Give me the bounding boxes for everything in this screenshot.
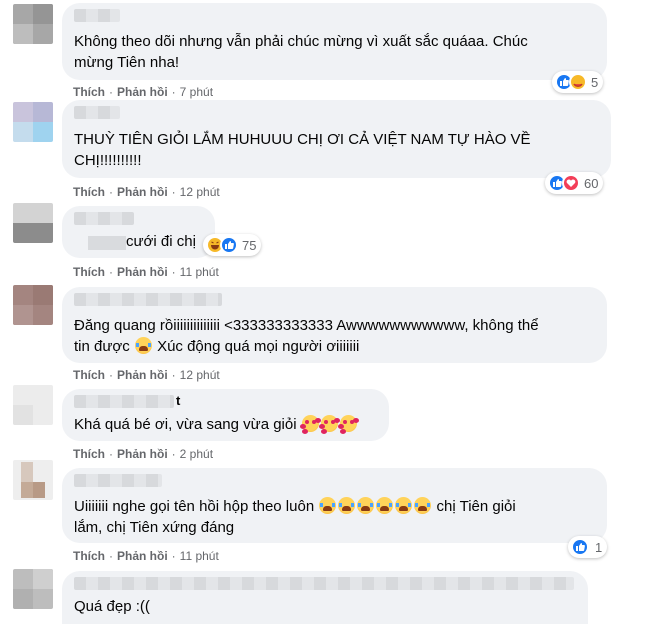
reply-link[interactable]: Phản hồi (117, 447, 168, 461)
avatar[interactable] (13, 102, 53, 142)
comment-text: tin được Xúc động quá mọi người ơiiiiiii (74, 336, 359, 357)
avatar[interactable] (13, 385, 53, 425)
comment-bubble: Không theo dõi nhưng vẫn phải chúc mừng … (62, 3, 607, 80)
commenter-name[interactable] (74, 395, 174, 408)
comment-actions: Thích · Phản hồi · 2 phút (73, 447, 214, 461)
comment-text: Đăng quang rồiiiiiiiiiiiiii <33333333333… (74, 317, 539, 334)
commenter-name[interactable] (74, 293, 222, 306)
like-link[interactable]: Thích (73, 549, 105, 563)
reply-link[interactable]: Phản hồi (117, 265, 168, 279)
crying-emoji-icon (376, 497, 394, 514)
crying-emoji-icon (134, 337, 152, 354)
timestamp[interactable]: 12 phút (180, 368, 220, 382)
crying-emoji-icon (338, 497, 356, 514)
avatar[interactable] (13, 285, 53, 325)
comment-text: CHỊ!!!!!!!!!! (74, 152, 142, 169)
smiling-face-with-hearts-icon (299, 415, 319, 432)
like-link[interactable]: Thích (73, 265, 105, 279)
comment-text: lắm, chị Tiên xứng đáng (74, 519, 235, 536)
comment-text: Uiiiiiii nghe gọi tên hồi hộp theo luôn (74, 498, 315, 515)
reaction-summary[interactable]: 60 (545, 172, 604, 194)
comment-bubble: cưới đi chị (62, 206, 215, 258)
comment-text: tin được (74, 338, 130, 355)
comment-actions: Thích · Phản hồi · 12 phút (73, 368, 220, 382)
reaction-count: 60 (584, 175, 599, 191)
timestamp[interactable]: 12 phút (180, 185, 220, 199)
comment-text: mừng Tiên nha! (74, 54, 180, 71)
reply-link[interactable]: Phản hồi (117, 549, 168, 563)
comment-bubble: Uiiiiiii nghe gọi tên hồi hộp theo luôn … (62, 468, 607, 543)
reaction-count: 1 (595, 539, 603, 555)
commenter-name-suffix: t (176, 393, 181, 408)
comment-actions: Thích · Phản hồi · 7 phút (73, 85, 214, 99)
comment-actions: Thích · Phản hồi · 11 phút (73, 265, 219, 279)
crying-emoji-icon (357, 497, 375, 514)
comment-text: cưới đi chị (126, 233, 196, 250)
reaction-summary[interactable]: 1 (568, 536, 608, 558)
reply-link[interactable]: Phản hồi (117, 185, 168, 199)
commenter-name[interactable] (74, 106, 120, 119)
crying-emoji-icon (319, 497, 337, 514)
comment-bubble: THUỲ TIÊN GIỎI LẮM HUHUUU CHỊ ƠI CẢ VIỆT… (62, 100, 611, 178)
comment-actions: Thích · Phản hồi · 12 phút (73, 185, 220, 199)
avatar[interactable] (13, 460, 53, 500)
comment-bubble: Đăng quang rồiiiiiiiiiiiiii <33333333333… (62, 287, 607, 363)
like-link[interactable]: Thích (73, 85, 105, 99)
reaction-count: 75 (242, 237, 257, 253)
comment-text: Khá quá bé ơi, vừa sang vừa giỏi (74, 416, 297, 433)
like-icon (571, 538, 589, 556)
reply-link[interactable]: Phản hồi (117, 368, 168, 382)
avatar[interactable] (13, 203, 53, 243)
comment-bubble: t Khá quá bé ơi, vừa sang vừa giỏi (62, 389, 389, 441)
comment-text: THUỲ TIÊN GIỎI LẮM HUHUUU CHỊ ƠI CẢ VIỆT… (74, 131, 531, 148)
timestamp[interactable]: 2 phút (180, 447, 213, 461)
comment-text: chị Tiên giỏi (436, 498, 516, 515)
timestamp[interactable]: 11 phút (180, 265, 219, 279)
comment-text: Khá quá bé ơi, vừa sang vừa giỏi (74, 414, 358, 435)
crying-emoji-icon (414, 497, 432, 514)
commenter-name[interactable] (74, 212, 134, 225)
comment-bubble: Quá đẹp :(( (62, 571, 588, 624)
comment-text: Uiiiiiii nghe gọi tên hồi hộp theo luôn … (74, 496, 516, 517)
comment-text: Xúc động quá mọi người ơiiiiiii (157, 338, 360, 355)
comment-actions: Thích · Phản hồi · 11 phút (73, 549, 219, 563)
like-icon (220, 236, 238, 254)
avatar[interactable] (13, 569, 53, 609)
reaction-count: 5 (591, 74, 599, 90)
avatar[interactable] (13, 4, 53, 44)
reply-link[interactable]: Phản hồi (117, 85, 168, 99)
timestamp[interactable]: 11 phút (180, 549, 219, 563)
comment-text: Quá đẹp :(( (74, 598, 150, 615)
care-icon (569, 73, 587, 91)
smiling-face-with-hearts-icon (318, 415, 338, 432)
like-link[interactable]: Thích (73, 368, 105, 382)
commenter-name[interactable] (74, 474, 162, 487)
comment-text: Không theo dõi nhưng vẫn phải chúc mừng … (74, 33, 528, 50)
crying-emoji-icon (395, 497, 413, 514)
smiling-face-with-hearts-icon (337, 415, 357, 432)
commenter-name[interactable] (74, 577, 574, 590)
like-link[interactable]: Thích (73, 185, 105, 199)
timestamp[interactable]: 7 phút (180, 85, 213, 99)
heart-icon (562, 174, 580, 192)
like-link[interactable]: Thích (73, 447, 105, 461)
commenter-name[interactable] (74, 9, 120, 22)
reaction-summary[interactable]: 75 (203, 234, 262, 256)
reaction-summary[interactable]: 5 (552, 71, 604, 93)
